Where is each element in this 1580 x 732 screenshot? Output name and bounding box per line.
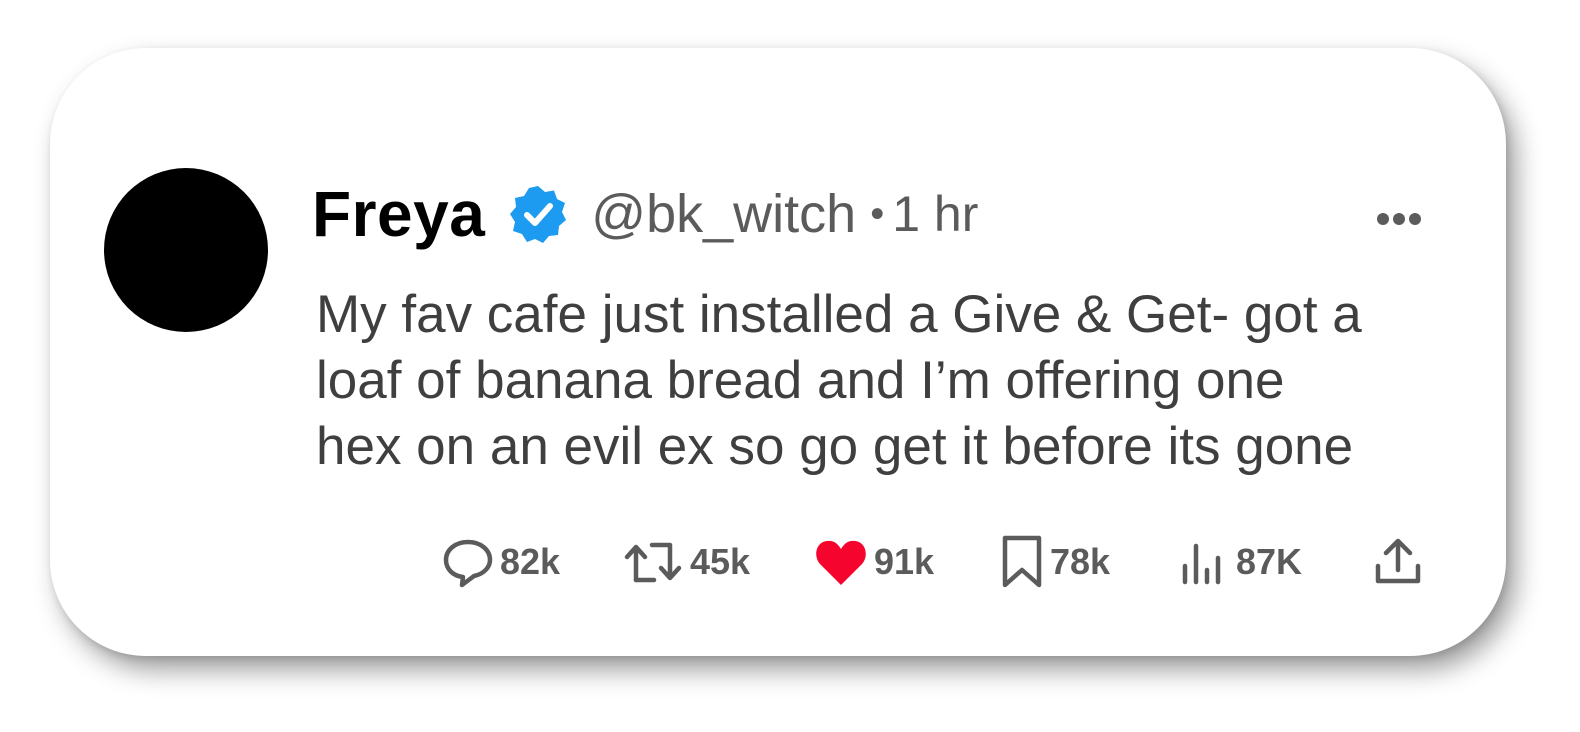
post-body-line: loaf of banana bread and I’m offering on… [316, 351, 1285, 410]
post-body-line: My fav cafe just installed a Give & Get-… [316, 285, 1362, 344]
verified-badge-icon [507, 183, 569, 245]
post-time[interactable]: 1 hr [892, 185, 978, 243]
separator-dot: • [870, 191, 885, 236]
like-count: 91k [874, 541, 935, 582]
like-button[interactable]: 91k [814, 532, 934, 592]
bookmark-count: 78k [1050, 541, 1111, 582]
repost-count: 45k [690, 541, 751, 582]
post-body-line: hex on an evil ex so go get it before it… [316, 417, 1354, 476]
share-icon [1372, 536, 1424, 588]
reply-icon [442, 536, 494, 588]
views-icon [1180, 536, 1230, 588]
post-body: My fav cafe just installed a Give & Get-… [316, 282, 1446, 480]
user-handle[interactable]: @bk_witch [591, 183, 856, 245]
views-button[interactable]: 87K [1180, 532, 1302, 592]
more-options-icon[interactable] [1376, 208, 1422, 230]
reply-count: 82k [500, 541, 561, 582]
display-name[interactable]: Freya [312, 177, 485, 251]
avatar[interactable] [104, 168, 268, 332]
bookmark-icon [1000, 534, 1044, 590]
reply-button[interactable]: 82k [442, 532, 560, 592]
heart-icon [814, 536, 868, 588]
post-header: Freya @bk_witch • 1 hr [312, 174, 978, 254]
repost-icon [622, 536, 684, 588]
share-button[interactable] [1372, 532, 1424, 592]
bookmark-button[interactable]: 78k [1000, 532, 1110, 592]
repost-button[interactable]: 45k [622, 532, 750, 592]
views-count: 87K [1236, 541, 1303, 582]
